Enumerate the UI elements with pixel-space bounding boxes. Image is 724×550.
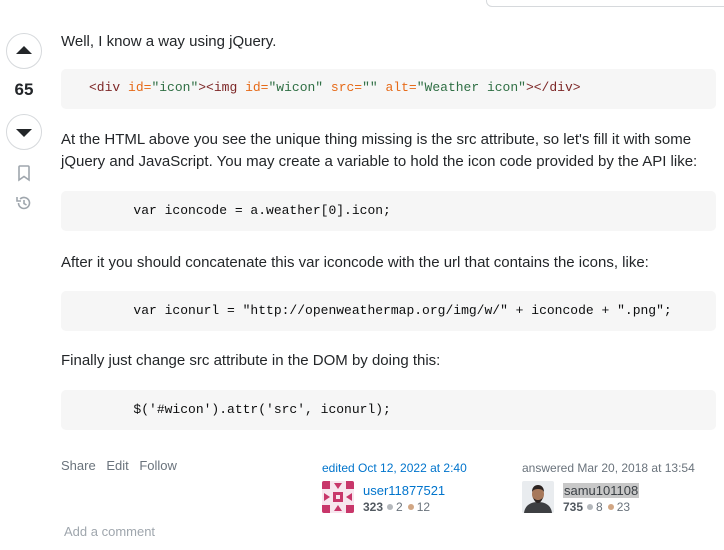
code-block-iconcode: var iconcode = a.weather[0].icon; bbox=[61, 191, 716, 231]
downvote-button[interactable] bbox=[6, 114, 42, 150]
code-token: id= bbox=[237, 80, 269, 95]
code-block-attr: $('#wicon').attr('src', iconurl); bbox=[61, 390, 716, 430]
code-token: ></div> bbox=[525, 80, 581, 95]
paragraph-explanation-line2: jQuery and JavaScript. You may create a … bbox=[61, 153, 698, 170]
bronze-badge-count: 23 bbox=[616, 500, 631, 514]
code-token: "icon" bbox=[151, 80, 199, 95]
edit-link[interactable]: Edit bbox=[106, 458, 128, 473]
paragraph-intro: Well, I know a way using jQuery. bbox=[61, 33, 277, 50]
post-actions: Share Edit Follow bbox=[61, 458, 184, 473]
code-block-html: <div id="icon"><img id="wicon" src="" al… bbox=[61, 69, 716, 109]
author-name-link[interactable]: samu101108 bbox=[563, 483, 640, 498]
reputation-score: 323 bbox=[363, 500, 384, 514]
add-comment-link[interactable]: Add a comment bbox=[64, 524, 155, 539]
author-reputation: 735 8 23 bbox=[563, 500, 630, 514]
bookmark-icon[interactable] bbox=[15, 164, 33, 182]
code-token: "Weather icon" bbox=[416, 80, 526, 95]
avatar[interactable] bbox=[322, 481, 354, 513]
code-token: ><img bbox=[198, 80, 238, 95]
code-token: id= bbox=[120, 80, 152, 95]
editor-name-link[interactable]: user11877521 bbox=[363, 483, 445, 498]
avatar[interactable] bbox=[522, 481, 554, 513]
code-token: src= bbox=[323, 80, 363, 95]
history-icon[interactable] bbox=[15, 194, 33, 212]
author-name-text: samu101108 bbox=[563, 483, 640, 498]
paragraph-concatenate: After it you should concatenate this var… bbox=[61, 254, 649, 271]
code-token: <div bbox=[89, 80, 121, 95]
paragraph-explanation-line1: At the HTML above you see the unique thi… bbox=[61, 131, 692, 148]
code-token: "wicon" bbox=[268, 80, 324, 95]
silver-badge-count: 8 bbox=[596, 500, 603, 514]
search-box-edge bbox=[486, 0, 724, 7]
vote-count: 65 bbox=[14, 80, 34, 99]
bronze-badge-icon bbox=[407, 504, 414, 511]
silver-badge-icon bbox=[587, 504, 594, 511]
share-link[interactable]: Share bbox=[61, 458, 96, 473]
upvote-button[interactable] bbox=[6, 33, 42, 69]
edited-timestamp-link[interactable]: edited Oct 12, 2022 at 2:40 bbox=[322, 461, 467, 475]
code-token: "" bbox=[362, 80, 378, 95]
reputation-score: 735 bbox=[563, 500, 584, 514]
arrow-down-icon bbox=[16, 129, 32, 137]
code-token: alt= bbox=[377, 80, 417, 95]
paragraph-finally: Finally just change src attribute in the… bbox=[61, 352, 441, 369]
follow-link[interactable]: Follow bbox=[139, 458, 177, 473]
bronze-badge-icon bbox=[607, 504, 614, 511]
code-block-iconurl: var iconurl = "http://openweathermap.org… bbox=[61, 291, 716, 331]
editor-reputation: 323 2 12 bbox=[363, 500, 430, 514]
answered-timestamp: answered Mar 20, 2018 at 13:54 bbox=[522, 461, 695, 475]
arrow-up-icon bbox=[16, 46, 32, 54]
silver-badge-icon bbox=[387, 504, 394, 511]
user-photo-icon bbox=[522, 481, 554, 513]
identicon-icon bbox=[322, 481, 354, 513]
silver-badge-count: 2 bbox=[396, 500, 403, 514]
bronze-badge-count: 12 bbox=[416, 500, 431, 514]
